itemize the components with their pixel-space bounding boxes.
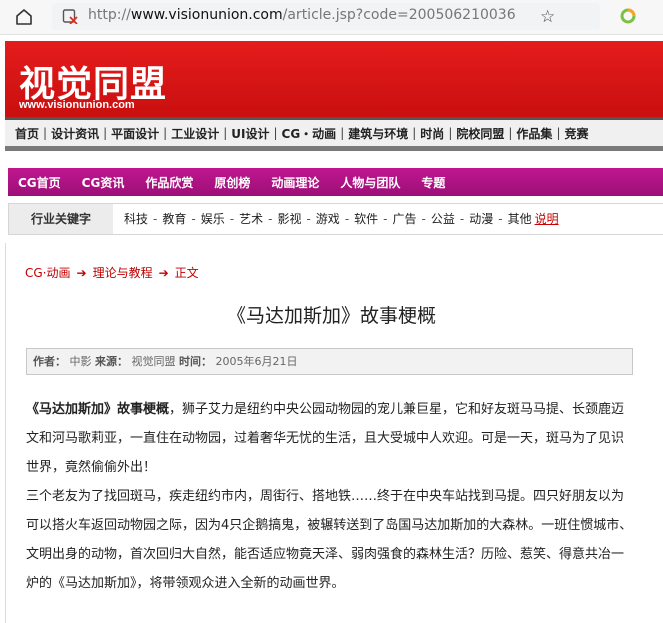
breadcrumb: CG·动画 ➔ 理论与教程 ➔ 正文 [25, 264, 199, 281]
bookmark-star-icon[interactable]: ☆ [540, 7, 555, 27]
not-secure-icon[interactable] [62, 8, 78, 24]
author-label: 作者： [33, 355, 66, 368]
time-value: 2005年6月21日 [215, 355, 298, 368]
main-nav-item[interactable]: CG・动画 [278, 125, 341, 142]
site-logo-url: www.visionunion.com [19, 99, 135, 111]
main-nav-item[interactable]: 设计资讯 [47, 125, 103, 142]
sub-nav-item[interactable]: 原创榜 [214, 174, 250, 191]
source-value: 视觉同盟 [131, 355, 176, 368]
url-path: /article.jsp?code=200506210036 [282, 7, 516, 23]
sub-nav-item[interactable]: 人物与团队 [340, 174, 400, 191]
sub-nav: CG首页 CG资讯 作品欣赏 原创榜 动画理论 人物与团队 专题 [8, 168, 663, 196]
main-nav-item[interactable]: 建筑与环境 [344, 125, 412, 142]
keyword-separator: - [191, 212, 196, 226]
home-icon[interactable] [14, 7, 34, 27]
keyword-link[interactable]: 教育 [162, 212, 186, 226]
source-label: 来源： [95, 355, 128, 368]
keyword-note-link[interactable]: 说明 [535, 212, 559, 226]
article-title: 《马达加斯加》故事梗概 [226, 305, 436, 327]
keyword-separator: - [421, 212, 426, 226]
article-paragraph-1: 《马达加斯加》故事梗概，狮子艾力是纽约中央公园动物园的宠儿兼巨星，它和好友斑马马… [26, 395, 636, 482]
url-text[interactable]: http://www.visionunion.com/article.jsp?c… [88, 7, 516, 23]
keyword-link[interactable]: 其他 [508, 212, 532, 226]
sub-nav-item[interactable]: 专题 [421, 174, 445, 191]
main-nav-item[interactable]: 工业设计 [167, 125, 223, 142]
main-nav-item[interactable]: 时尚 [416, 125, 448, 142]
article-paragraph-2: 三个老友为了找回斑马，疾走纽约市内，周街行、搭地铁……终于在中央车站找到马提。四… [26, 489, 633, 591]
keyword-link[interactable]: 游戏 [316, 212, 340, 226]
sub-nav-item[interactable]: CG资讯 [82, 174, 125, 191]
breadcrumb-item[interactable]: CG·动画 [25, 266, 71, 280]
article-lead: 《马达加斯加》故事梗概 [26, 402, 170, 417]
browser-toolbar: http://www.visionunion.com/article.jsp?c… [0, 0, 663, 35]
keyword-separator: - [498, 212, 503, 226]
keyword-link[interactable]: 影视 [277, 212, 301, 226]
sub-nav-item[interactable]: 动画理论 [271, 174, 319, 191]
breadcrumb-item: 正文 [174, 266, 199, 280]
breadcrumb-item[interactable]: 理论与教程 [93, 266, 153, 280]
keyword-link[interactable]: 科技 [124, 212, 148, 226]
keyword-link[interactable]: 广告 [393, 212, 417, 226]
time-label: 时间： [179, 355, 212, 368]
sub-nav-item[interactable]: CG首页 [18, 174, 61, 191]
address-bar[interactable]: http://www.visionunion.com/article.jsp?c… [52, 3, 600, 30]
keyword-bar: 行业关键字 科技 - 教育 - 娱乐 - 艺术 - 影视 - 游戏 - 软件 - 广告 - 公益 - 动漫 - 其他 说明 [8, 203, 663, 235]
url-host: www.visionunion.com [130, 7, 283, 23]
main-nav-item[interactable]: 院校同盟 [452, 125, 508, 142]
keyword-separator: - [153, 212, 158, 226]
keyword-link[interactable]: 动漫 [469, 212, 493, 226]
main-nav-item[interactable]: 平面设计 [107, 125, 163, 142]
keyword-separator: - [229, 212, 235, 226]
breadcrumb-arrow-icon: ➔ [76, 266, 87, 280]
author-value: 中影 [69, 355, 92, 368]
main-nav: 首页 | 设计资讯 | 平面设计 | 工业设计 | UI设计 | CG・动画 | 建筑与环境 | 时尚 | 院校… [5, 117, 663, 151]
keyword-link[interactable]: 娱乐 [201, 212, 225, 226]
keyword-link[interactable]: 公益 [431, 212, 455, 226]
keyword-link[interactable]: 软件 [354, 212, 378, 226]
keyword-separator: - [383, 212, 388, 226]
site-header: 视觉同盟 www.visionunion.com [5, 41, 663, 117]
keyword-label: 行业关键字 [9, 204, 113, 234]
main-nav-item[interactable]: 作品集 [512, 125, 556, 142]
extension-icon[interactable] [620, 8, 636, 24]
url-protocol: http:// [88, 7, 131, 23]
keyword-separator: - [459, 212, 465, 226]
article-meta: 作者： 中影 来源： 视觉同盟 时间： 2005年6月21日 [26, 348, 633, 375]
keyword-separator: - [306, 212, 311, 226]
sub-nav-item[interactable]: 作品欣赏 [145, 174, 193, 191]
breadcrumb-arrow-icon: ➔ [158, 266, 169, 280]
main-nav-item[interactable]: UI设计 [227, 125, 273, 142]
main-nav-item[interactable]: 首页 [11, 125, 43, 142]
keyword-list: 科技 - 教育 - 娱乐 - 艺术 - 影视 - 游戏 - 软件 - 广告 - 公益 - 动漫 - 其他 说明 [124, 204, 559, 234]
keyword-separator: - [344, 212, 350, 226]
article-body: 《马达加斯加》故事梗概，狮子艾力是纽约中央公园动物园的宠儿兼巨星，它和好友斑马马… [26, 395, 636, 598]
main-nav-item[interactable]: 竞赛 [560, 125, 592, 142]
keyword-separator: - [268, 212, 273, 226]
keyword-link[interactable]: 艺术 [239, 212, 263, 226]
